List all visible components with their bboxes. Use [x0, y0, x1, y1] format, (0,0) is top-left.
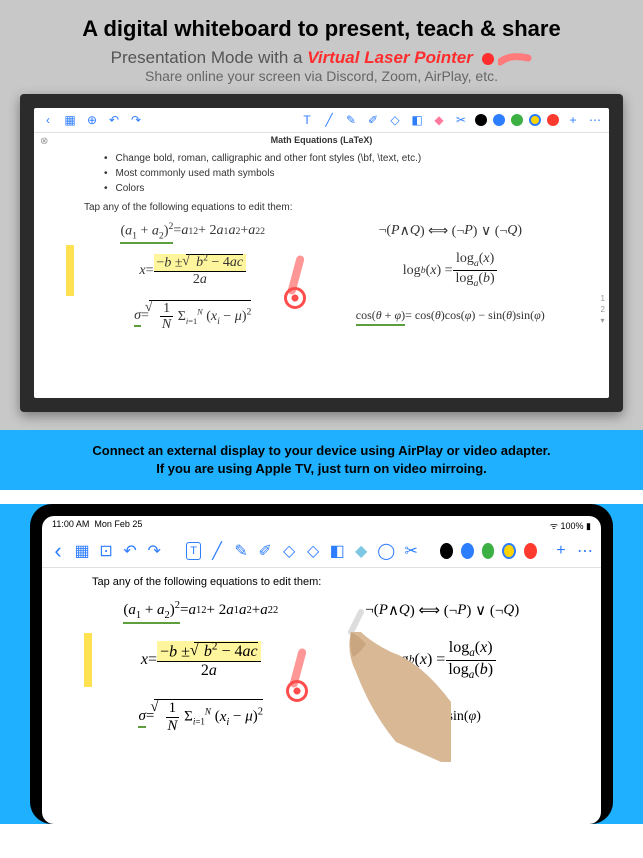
eraser-icon[interactable]: ◧: [329, 541, 345, 561]
color-green[interactable]: [511, 114, 523, 126]
laser-trail-icon: [498, 52, 532, 66]
wifi-icon: ᯤ: [550, 521, 558, 531]
ipad-toolbar: ‹ ▦ ⊡ ↶ ↷ T ╱ ✎ ✐ ◇ ◇ ◧ ◆ ◯ ✂ + ⋯: [42, 535, 601, 568]
external-display-frame: ‹ ▦ ⊕ ↶ ↷ T ╱ ✎ ✐ ◇ ◧ ◆ ✂ + ⋯: [20, 94, 623, 412]
app-toolbar: ‹ ▦ ⊕ ↶ ↷ T ╱ ✎ ✐ ◇ ◧ ◆ ✂ + ⋯: [34, 108, 609, 133]
equation-binomial[interactable]: (a1 + a2)2 = a12 + 2a1a2 + a22: [74, 221, 312, 241]
equation-demorgan[interactable]: ¬(P ∧ Q) ⟺ (¬P) ∨ (¬Q): [332, 221, 570, 241]
add-icon[interactable]: +: [565, 112, 581, 128]
marker-icon[interactable]: ◇: [305, 541, 321, 561]
subhead-2: Share online your screen via Discord, Zo…: [0, 68, 643, 94]
page-down-icon[interactable]: ▾: [601, 315, 605, 326]
color-red[interactable]: [524, 543, 537, 559]
lasso-icon[interactable]: ◯: [377, 541, 395, 561]
laser-pointer: [284, 287, 306, 309]
add-page-icon[interactable]: ⊡: [98, 541, 114, 561]
add-icon[interactable]: +: [553, 541, 569, 561]
subhead-1: Presentation Mode with a Virtual Laser P…: [0, 46, 643, 68]
document-title: Math Equations (LaTeX): [34, 133, 609, 147]
display-screen: ‹ ▦ ⊕ ↶ ↷ T ╱ ✎ ✐ ◇ ◧ ◆ ✂ + ⋯: [34, 108, 609, 398]
laser-dot-icon: [482, 53, 494, 65]
scissors-icon[interactable]: ✂: [453, 112, 469, 128]
status-time: 11:00 AM: [52, 519, 89, 529]
virtual-laser-pointer-label: Virtual Laser Pointer: [307, 48, 473, 67]
tap-instruction: Tap any of the following equations to ed…: [82, 576, 561, 600]
eraser-fill-icon[interactable]: ◆: [353, 541, 369, 561]
more-icon[interactable]: ⋯: [587, 112, 603, 128]
undo-icon[interactable]: ↶: [122, 541, 138, 561]
redo-icon[interactable]: ↷: [146, 541, 162, 561]
status-date: Mon Feb 25: [94, 519, 142, 529]
ipad-frame: 11:00 AM Mon Feb 25 ᯤ 100% ▮ ‹ ▦ ⊡ ↶ ↷ T…: [30, 504, 613, 824]
text-tool-icon[interactable]: T: [299, 112, 315, 128]
equation-quadratic[interactable]: x = −b ± b2 − 4ac2a: [74, 251, 312, 289]
line-tool-icon[interactable]: ╱: [321, 112, 337, 128]
bullet-3: Colors: [64, 181, 579, 196]
banner-line-1: Connect an external display to your devi…: [20, 442, 623, 460]
equation-binomial[interactable]: (a1 + a2)2 = a12 + 2a1a2 + a22: [92, 600, 310, 621]
equation-cos-sum[interactable]: cos(θ + φ) = cos(θ)cos(φ) − sin(θ)sin(φ): [332, 300, 570, 333]
color-black[interactable]: [475, 114, 487, 126]
page-numbers: 1 2 ▾: [601, 293, 605, 327]
color-green[interactable]: [482, 543, 495, 559]
tap-instruction: Tap any of the following equations to ed…: [64, 196, 579, 221]
text-tool-icon[interactable]: T: [186, 542, 201, 560]
color-blue[interactable]: [461, 543, 474, 559]
ipad-document-body: Tap any of the following equations to ed…: [42, 568, 601, 742]
redo-icon[interactable]: ↷: [128, 112, 144, 128]
pen-icon[interactable]: ✐: [365, 112, 381, 128]
grid-icon[interactable]: ▦: [62, 112, 78, 128]
document-body: Change bold, roman, calligraphic and oth…: [34, 147, 609, 336]
line-tool-icon[interactable]: ╱: [209, 541, 225, 561]
color-yellow-selected[interactable]: [529, 114, 541, 126]
yellow-bracket-annotation: [84, 633, 92, 687]
status-battery: 100%: [561, 521, 584, 531]
back-icon[interactable]: ‹: [50, 541, 66, 561]
equation-log-change-base[interactable]: logb(x) = loga(x)loga(b): [332, 251, 570, 289]
color-blue[interactable]: [493, 114, 505, 126]
close-doc-icon[interactable]: ⊗: [40, 136, 48, 147]
eraser-fill-icon[interactable]: ◆: [431, 112, 447, 128]
color-red[interactable]: [547, 114, 559, 126]
equation-std-dev[interactable]: σ = 1N Σi=1N (xi − μ)2: [74, 300, 312, 333]
top-section: A digital whiteboard to present, teach &…: [0, 0, 643, 430]
equation-quadratic[interactable]: x = −b ± b2 − 4ac2a: [92, 639, 310, 681]
undo-icon[interactable]: ↶: [106, 112, 122, 128]
bullet-1: Change bold, roman, calligraphic and oth…: [64, 151, 579, 166]
back-icon[interactable]: ‹: [40, 112, 56, 128]
scissors-icon[interactable]: ✂: [403, 541, 419, 561]
more-icon[interactable]: ⋯: [577, 541, 593, 561]
equation-std-dev[interactable]: σ = 1N Σi=1N (xi − μ)2: [92, 699, 310, 734]
pencil-icon[interactable]: ✎: [233, 541, 249, 561]
color-yellow-selected[interactable]: [502, 543, 516, 559]
yellow-bracket-annotation: [66, 245, 74, 295]
pencil-icon[interactable]: ✎: [343, 112, 359, 128]
banner-line-2: If you are using Apple TV, just turn on …: [20, 460, 623, 478]
highlighter-icon[interactable]: ◇: [387, 112, 403, 128]
bullet-2: Most commonly used math symbols: [64, 166, 579, 181]
battery-icon: ▮: [586, 521, 591, 531]
status-bar: 11:00 AM Mon Feb 25 ᯤ 100% ▮: [42, 516, 601, 535]
mid-banner: Connect an external display to your devi…: [0, 430, 643, 490]
grid-icon[interactable]: ▦: [74, 541, 90, 561]
pen-icon[interactable]: ✐: [257, 541, 273, 561]
ipad-screen: 11:00 AM Mon Feb 25 ᯤ 100% ▮ ‹ ▦ ⊡ ↶ ↷ T…: [42, 516, 601, 824]
color-black[interactable]: [440, 543, 453, 559]
highlighter-icon[interactable]: ◇: [281, 541, 297, 561]
add-page-icon[interactable]: ⊕: [84, 112, 100, 128]
headline: A digital whiteboard to present, teach &…: [0, 12, 643, 46]
eraser-icon[interactable]: ◧: [409, 112, 425, 128]
hand-with-stylus: [301, 602, 451, 762]
